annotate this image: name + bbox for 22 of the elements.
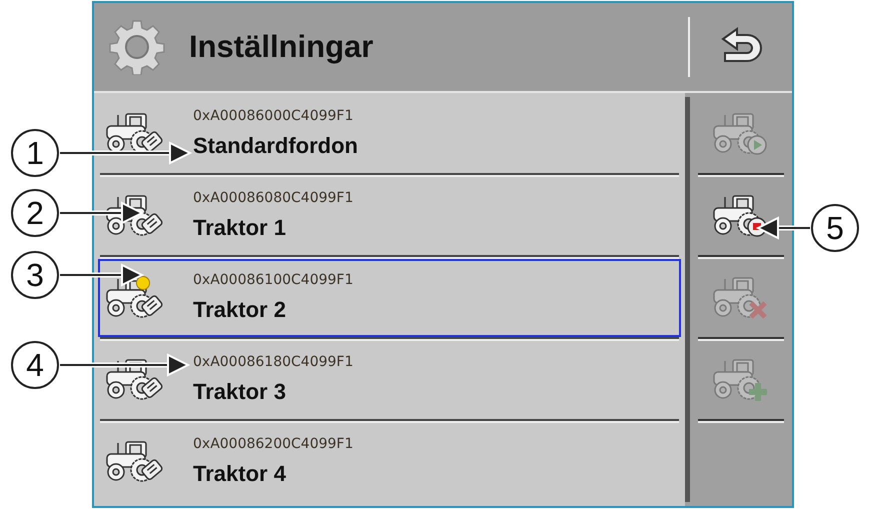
vehicle-name: Traktor 2 — [193, 296, 287, 324]
vehicle-row[interactable]: 0xA00086200C4099F1 Traktor 4 — [98, 423, 681, 501]
vehicle-row[interactable]: 0xA00086180C4099F1 Traktor 3 — [98, 341, 681, 419]
callout-number: 3 — [11, 251, 59, 299]
callout-number: 4 — [11, 341, 59, 389]
callout-number: 5 — [811, 204, 859, 252]
vehicle-id: 0xA00086000C4099F1 — [193, 107, 354, 126]
vehicle-name: Traktor 4 — [193, 460, 287, 488]
vehicle-name: Traktor 3 — [193, 378, 287, 406]
screen-title: Inställningar — [189, 28, 374, 66]
vehicle-id: 0xA00086080C4099F1 — [193, 189, 354, 208]
leader-line — [756, 216, 810, 240]
vehicle-row[interactable]: 0xA00086100C4099F1 Traktor 2 — [98, 259, 681, 337]
callout-number: 1 — [11, 129, 59, 177]
callout-number: 2 — [11, 189, 59, 237]
vehicle-name: Traktor 1 — [193, 214, 287, 242]
vehicle-id: 0xA00086180C4099F1 — [193, 353, 354, 372]
vehicle-id: 0xA00086100C4099F1 — [193, 271, 354, 290]
vehicle-row[interactable]: 0xA00086000C4099F1 Standardfordon — [98, 95, 681, 173]
gear-icon — [108, 19, 164, 75]
vehicle-id: 0xA00086200C4099F1 — [193, 435, 354, 454]
vehicle-name: Standardfordon — [193, 132, 358, 160]
